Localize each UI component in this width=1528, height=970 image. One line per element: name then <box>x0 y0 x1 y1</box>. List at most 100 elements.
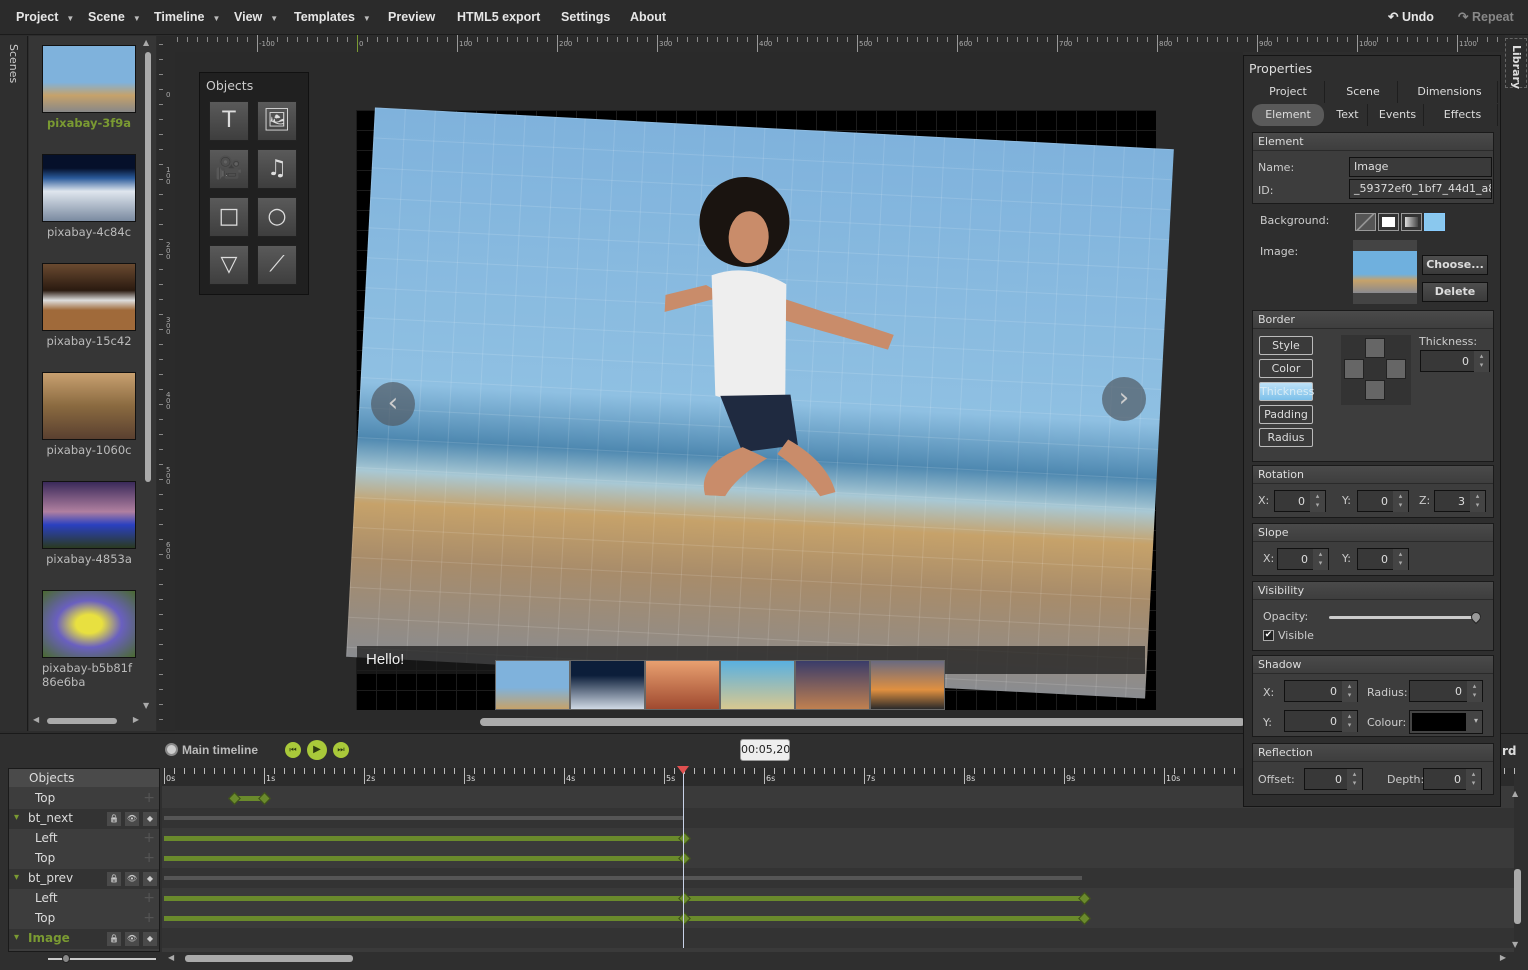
opacity-slider-handle[interactable] <box>1468 609 1484 625</box>
id-field[interactable]: _59372ef0_1bf7_44d1_a80a <box>1349 179 1492 199</box>
slope-y-input[interactable]: 0 <box>1357 548 1409 570</box>
menu-settings[interactable]: Settings <box>561 10 610 24</box>
tab-project[interactable]: Project <box>1252 81 1325 103</box>
eye-icon[interactable]: 👁 <box>125 812 139 826</box>
shadow-x-input[interactable]: 0 <box>1284 680 1358 702</box>
scene-list-hscrollbar[interactable]: ◀ ▶ <box>33 715 143 727</box>
menu-view[interactable]: View ▼ <box>234 10 278 24</box>
timeline-track[interactable] <box>162 908 1514 928</box>
timeline-row-label[interactable]: ▾ bt_next 🔒 👁 ◆ <box>9 809 159 829</box>
text-tool-button[interactable]: T <box>209 101 249 141</box>
expand-arrow-icon[interactable]: ▾ <box>14 812 19 823</box>
image-tool-button[interactable]: 🖼 <box>257 101 297 141</box>
tab-text[interactable]: Text <box>1328 104 1368 126</box>
scene-item[interactable]: pixabay-3f9a <box>42 45 136 130</box>
timeline-hscrollbar[interactable]: ◀ ▶ <box>168 952 1508 966</box>
lock-icon[interactable]: 🔒 <box>107 812 121 826</box>
tab-scene[interactable]: Scene <box>1329 81 1398 103</box>
tween-bar[interactable] <box>164 916 684 921</box>
shadow-radius-input[interactable]: 0 <box>1409 680 1483 702</box>
undo-button[interactable]: ↶ Undo <box>1388 9 1434 24</box>
rotation-z-input[interactable]: 3 <box>1434 490 1486 512</box>
add-keyframe-icon[interactable]: + <box>143 830 155 846</box>
image-element[interactable] <box>346 107 1174 699</box>
video-tool-button[interactable]: 🎥 <box>209 149 249 189</box>
reflection-offset-input[interactable]: 0 <box>1304 768 1363 790</box>
keyframe-marker[interactable] <box>228 792 241 805</box>
rectangle-tool-button[interactable]: □ <box>209 197 249 237</box>
timeline-row-label[interactable]: Top + <box>9 849 159 869</box>
rotation-x-input[interactable]: 0 <box>1274 490 1326 512</box>
menu-about[interactable]: About <box>630 10 666 24</box>
delete-image-button[interactable]: Delete <box>1422 282 1488 302</box>
lock-icon[interactable]: 🔒 <box>107 872 121 886</box>
eye-icon[interactable]: 👁 <box>125 872 139 886</box>
bg-none-icon[interactable] <box>1355 213 1376 231</box>
play-button[interactable]: ▶ <box>307 740 327 760</box>
keyframe-icon[interactable]: ◆ <box>143 872 157 886</box>
strip-thumb[interactable] <box>495 660 570 710</box>
tab-events[interactable]: Events <box>1372 104 1424 126</box>
visible-checkbox[interactable]: ✔ <box>1263 630 1274 641</box>
timeline-track[interactable] <box>162 808 1514 828</box>
eye-icon[interactable]: 👁 <box>125 932 139 946</box>
scene-item[interactable]: pixabay-4c84c <box>42 154 136 239</box>
add-keyframe-icon[interactable]: + <box>143 890 155 906</box>
add-keyframe-icon[interactable]: + <box>143 790 155 806</box>
keyframe-marker[interactable] <box>678 832 691 845</box>
lock-icon[interactable]: 🔒 <box>107 932 121 946</box>
scene-item[interactable]: pixabay-4853a <box>42 481 136 566</box>
timeline-track[interactable] <box>162 848 1514 868</box>
menu-templates[interactable]: Templates ▼ <box>294 10 371 24</box>
strip-thumb[interactable] <box>870 660 945 710</box>
prev-slide-button[interactable]: ‹ <box>371 382 415 426</box>
timeline-row-label[interactable]: Left + <box>9 889 159 909</box>
timeline-row-label[interactable]: ▾ Image 🔒 👁 ◆ <box>9 929 159 949</box>
border-color-button[interactable]: Color <box>1259 359 1313 378</box>
keyframe-icon[interactable]: ◆ <box>143 812 157 826</box>
keyframe-marker[interactable] <box>678 852 691 865</box>
workspace-hscrollbar[interactable] <box>480 718 1245 726</box>
scene-item[interactable]: pixabay-1060c <box>42 372 136 457</box>
add-keyframe-icon[interactable]: + <box>143 910 155 926</box>
timeline-zoom-slider[interactable] <box>48 954 156 963</box>
scene-item[interactable]: pixabay-b5b81f86e6ba <box>42 590 136 689</box>
expand-arrow-icon[interactable]: ▾ <box>14 932 19 943</box>
triangle-tool-button[interactable]: ▽ <box>209 245 249 285</box>
timeline-track[interactable] <box>162 888 1514 908</box>
strip-thumb[interactable] <box>795 660 870 710</box>
audio-tool-button[interactable]: ♫ <box>257 149 297 189</box>
add-keyframe-icon[interactable]: + <box>143 850 155 866</box>
tween-bar[interactable] <box>684 896 1084 901</box>
tween-bar[interactable] <box>164 896 684 901</box>
opacity-slider[interactable] <box>1329 609 1484 625</box>
ellipse-tool-button[interactable]: ○ <box>257 197 297 237</box>
tab-element[interactable]: Element <box>1252 104 1324 126</box>
timeline-row-label[interactable]: Top + <box>9 909 159 929</box>
next-slide-button[interactable]: › <box>1102 377 1146 421</box>
bg-image-icon[interactable] <box>1424 213 1445 231</box>
thickness-input[interactable]: 0 <box>1420 350 1490 372</box>
border-style-button[interactable]: Style <box>1259 336 1313 355</box>
strip-thumb[interactable] <box>645 660 720 710</box>
strip-thumb[interactable] <box>720 660 795 710</box>
timeline-vscrollbar[interactable]: ▲ ▼ <box>1512 789 1524 949</box>
line-tool-button[interactable]: ⟋ <box>257 245 297 285</box>
border-sides-selector[interactable] <box>1341 335 1411 405</box>
skip-start-button[interactable]: ⏮ <box>285 742 301 758</box>
slope-x-input[interactable]: 0 <box>1277 548 1329 570</box>
shadow-colour-picker[interactable]: ▾ <box>1409 710 1483 734</box>
tween-bar[interactable] <box>684 916 1084 921</box>
rotation-y-input[interactable]: 0 <box>1357 490 1409 512</box>
playhead[interactable] <box>677 766 689 948</box>
name-field[interactable]: Image <box>1349 157 1492 177</box>
timeline-row-label[interactable]: ▾ bt_prev 🔒 👁 ◆ <box>9 869 159 889</box>
bg-gradient-icon[interactable] <box>1401 213 1422 231</box>
repeat-button[interactable]: ↷ Repeat <box>1458 9 1514 24</box>
menu-project[interactable]: Project ▼ <box>16 10 74 24</box>
timeline-row-label[interactable]: Top + <box>9 789 159 809</box>
menu-scene[interactable]: Scene ▼ <box>88 10 141 24</box>
keyframe-marker[interactable] <box>678 912 691 925</box>
keyframe-marker[interactable] <box>1078 912 1091 925</box>
keyframe-marker[interactable] <box>258 792 271 805</box>
